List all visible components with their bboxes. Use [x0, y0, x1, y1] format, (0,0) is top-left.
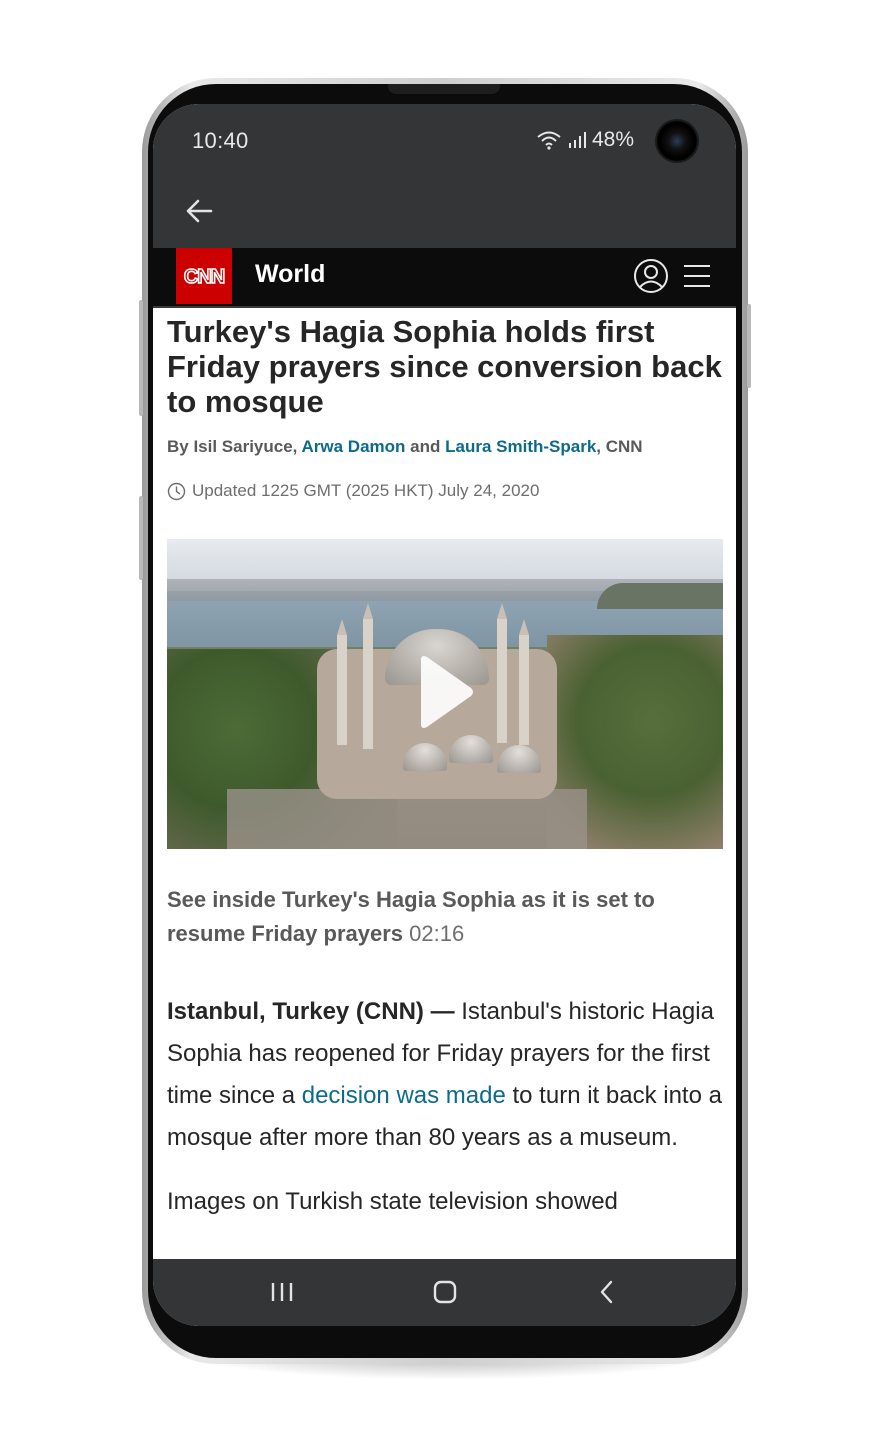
video-thumbnail-minaret	[497, 603, 507, 743]
status-time: 10:40	[192, 128, 249, 153]
wifi-icon	[537, 131, 561, 150]
byline-suffix: , CNN	[596, 437, 643, 456]
back-icon	[600, 1280, 613, 1304]
user-account-icon	[634, 259, 668, 293]
video-duration: 02:16	[409, 921, 465, 946]
battery-percent: 48%	[592, 128, 635, 151]
dateline: Istanbul, Turkey (CNN) —	[167, 998, 455, 1025]
home-button[interactable]	[423, 1270, 467, 1314]
byline-and: and	[410, 437, 441, 456]
section-title[interactable]: World	[255, 260, 325, 289]
menu-button[interactable]	[681, 260, 713, 292]
video-thumbnail-minaret	[363, 603, 373, 749]
status-icons: 48%	[536, 128, 634, 152]
home-icon	[433, 1280, 457, 1304]
hamburger-menu-icon	[684, 265, 710, 287]
author-link-arwa-damon[interactable]: Arwa Damon	[302, 437, 406, 456]
volume-button	[139, 300, 143, 416]
cnn-logo[interactable]: CNN	[176, 248, 232, 304]
recent-apps-button[interactable]	[260, 1270, 304, 1314]
article-paragraph: Images on Turkish state television showe…	[167, 1188, 618, 1215]
decision-link[interactable]: decision was made	[302, 1082, 506, 1109]
screen: 10:40 48% CNN World Turkey's Hagia Sophi…	[153, 104, 736, 1326]
video-thumbnail-minaret	[519, 619, 529, 745]
front-camera	[657, 121, 697, 161]
clock-icon	[167, 482, 186, 500]
app-bar	[153, 176, 736, 248]
power-button	[747, 304, 751, 388]
status-bar: 10:40 48%	[153, 104, 736, 176]
video-thumbnail-minaret	[337, 619, 347, 745]
system-nav-bar	[153, 1259, 736, 1326]
updated-text: Updated 1225 GMT (2025 HKT) July 24, 202…	[192, 481, 540, 500]
author-link-laura-smith-spark[interactable]: Laura Smith-Spark	[445, 437, 596, 456]
article-byline: By Isil Sariyuce, Arwa Damon and Laura S…	[167, 437, 723, 457]
article-content: Turkey's Hagia Sophia holds first Friday…	[167, 308, 723, 1223]
signal-icon	[569, 132, 586, 148]
recent-apps-icon	[271, 1283, 293, 1301]
earpiece-speaker	[388, 84, 500, 94]
article-headline: Turkey's Hagia Sophia holds first Friday…	[167, 314, 722, 419]
article-paragraph: Istanbul, Turkey (CNN) — Istanbul's hist…	[167, 991, 723, 1159]
play-icon[interactable]	[415, 652, 475, 732]
byline-prefix: By Isil Sariyuce,	[167, 437, 298, 456]
bixby-button	[139, 496, 143, 580]
cnn-header: CNN World	[153, 248, 736, 308]
updated-timestamp: Updated 1225 GMT (2025 HKT) July 24, 202…	[167, 481, 723, 501]
account-button[interactable]	[633, 258, 669, 294]
video-thumbnail-shore	[597, 583, 723, 609]
cnn-logo-text: CNN	[184, 266, 225, 288]
back-button[interactable]	[177, 188, 223, 234]
video-player[interactable]	[167, 539, 723, 849]
video-caption[interactable]: See inside Turkey's Hagia Sophia as it i…	[167, 883, 723, 951]
system-back-button[interactable]	[585, 1270, 629, 1314]
cnn-wordmark: CNN	[183, 265, 226, 289]
arrow-left-icon	[186, 199, 213, 223]
